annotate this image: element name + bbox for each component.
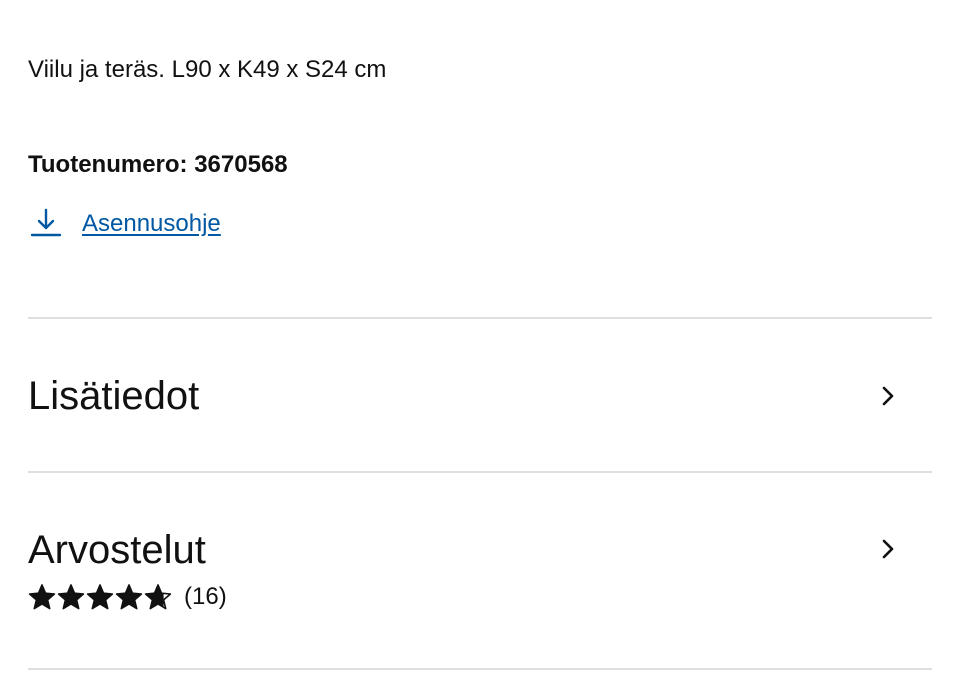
product-article-number: Tuotenumero: 3670568 [28,151,288,178]
assembly-instructions-label: Asennusohje [82,210,221,237]
review-count: (16) [184,583,227,610]
chevron-right-icon [872,533,904,565]
product-description: Viilu ja teräs. L90 x K49 x S24 cm [28,56,387,83]
more-info-section[interactable]: Lisätiedot [28,319,932,471]
assembly-instructions-link[interactable]: Asennusohje [28,202,221,246]
review-rating: (16) [28,581,227,613]
reviews-title: Arvostelut [28,528,206,572]
star-icon [57,584,85,610]
star-icon [28,584,56,610]
star-icon [86,584,114,610]
chevron-right-icon [872,380,904,412]
download-icon [28,206,64,242]
star-icon [144,584,172,610]
star-icon [115,584,143,610]
reviews-section[interactable]: Arvostelut (16) [28,473,932,668]
rating-stars [28,583,173,611]
more-info-title: Lisätiedot [28,374,200,418]
product-details-page: Viilu ja teräs. L90 x K49 x S24 cm Tuote… [0,0,960,692]
divider [28,668,932,670]
